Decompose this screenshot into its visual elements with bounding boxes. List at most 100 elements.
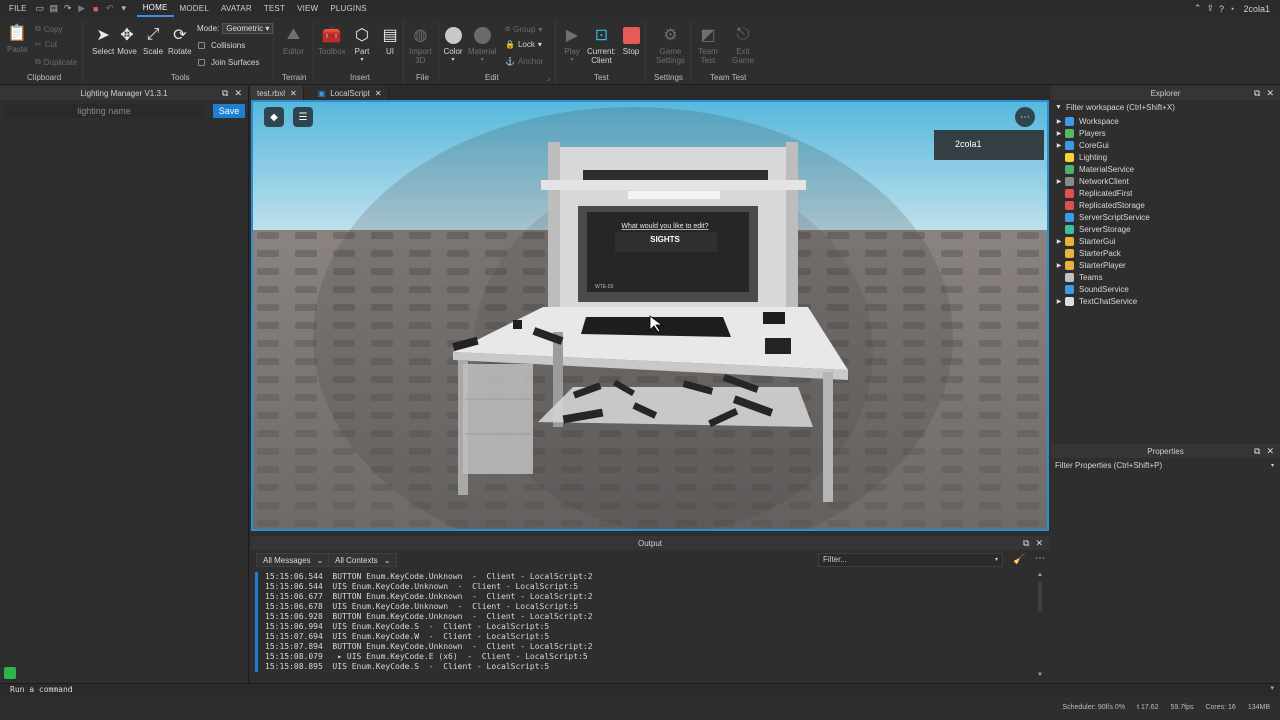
explorer-item-starterpack[interactable]: StarterPack: [1053, 247, 1280, 259]
redo-icon[interactable]: ↷: [61, 0, 75, 17]
mode-dropdown[interactable]: Geometric ▾: [222, 23, 274, 34]
command-input[interactable]: Run a command: [10, 685, 73, 694]
collisions-toggle[interactable]: Collisions: [198, 41, 245, 50]
file-menu[interactable]: FILE: [0, 0, 33, 17]
share-icon[interactable]: ⇪: [1206, 3, 1214, 14]
paste-button[interactable]: 📋 Paste: [7, 23, 27, 54]
scrollbar-thumb[interactable]: [1038, 582, 1042, 612]
undock-icon[interactable]: ⧉: [222, 88, 228, 99]
move-button[interactable]: ✥ Move: [117, 25, 137, 56]
explorer-item-lighting[interactable]: Lighting: [1053, 151, 1280, 163]
game-settings-button[interactable]: ⚙ Game Settings: [656, 25, 685, 65]
notifications-icon[interactable]: ◔: [1229, 4, 1234, 14]
chat-button[interactable]: ☰: [293, 107, 313, 127]
collapse-ribbon-icon[interactable]: ⌃: [1194, 3, 1202, 14]
toolbox-button[interactable]: 🧰 Toolbox: [318, 25, 346, 56]
expand-edit-icon[interactable]: ⌟: [547, 75, 550, 82]
username[interactable]: 2cola1: [1243, 4, 1270, 14]
game-viewport[interactable]: What would you like to edit? SIGHTS WTE-…: [251, 100, 1049, 531]
terrain-editor-button[interactable]: ⛰ Editor: [283, 25, 304, 56]
duplicate-button[interactable]: ⧉ Duplicate: [35, 57, 77, 67]
play-button[interactable]: ▶ Play ▾: [562, 25, 582, 63]
explorer-item-players[interactable]: ▶ Players: [1053, 127, 1280, 139]
close-icon[interactable]: ✕: [1035, 538, 1043, 549]
more-options-button[interactable]: ⋯: [1015, 107, 1035, 127]
roblox-menu-button[interactable]: ◆: [264, 107, 284, 127]
help-icon[interactable]: ?: [1219, 4, 1224, 14]
explorer-item-soundservice[interactable]: SoundService: [1053, 283, 1280, 295]
close-icon[interactable]: ✕: [1266, 446, 1274, 457]
save-icon[interactable]: ▤: [47, 0, 61, 17]
expand-arrow-icon[interactable]: ▶: [1053, 178, 1065, 185]
save-button[interactable]: Save: [213, 104, 245, 118]
close-icon[interactable]: ✕: [375, 89, 382, 98]
explorer-item-workspace[interactable]: ▶ Workspace: [1053, 115, 1280, 127]
log-line-group[interactable]: 15:15:08.079 ▸ UIS Enum.KeyCode.E (x6) -…: [265, 652, 1039, 662]
explorer-item-teams[interactable]: Teams: [1053, 271, 1280, 283]
explorer-item-textchatservice[interactable]: ▶ TextChatService: [1053, 295, 1280, 307]
close-icon[interactable]: ✕: [290, 89, 297, 98]
select-button[interactable]: ➤ Select: [92, 25, 114, 56]
expand-arrow-icon[interactable]: ▶: [1053, 238, 1065, 245]
explorer-item-replicatedstorage[interactable]: ReplicatedStorage: [1053, 199, 1280, 211]
current-client-button[interactable]: ⊡ Current: Client: [587, 25, 616, 65]
explorer-item-startergui[interactable]: ▶ StarterGui: [1053, 235, 1280, 247]
screen-option-sights[interactable]: SIGHTS: [650, 235, 680, 244]
material-button[interactable]: Material ▾: [468, 25, 496, 63]
import-3d-button[interactable]: ◍ Import 3D: [409, 25, 432, 65]
explorer-item-networkclient[interactable]: ▶ NetworkClient: [1053, 175, 1280, 187]
part-button[interactable]: ⬡ Part ▾: [352, 25, 372, 63]
exit-game-button[interactable]: ⎋ Exit Game: [732, 25, 754, 65]
close-icon[interactable]: ✕: [234, 88, 242, 99]
expand-arrow-icon[interactable]: ▶: [1053, 142, 1065, 149]
explorer-item-starterplayer[interactable]: ▶ StarterPlayer: [1053, 259, 1280, 271]
explorer-item-materialservice[interactable]: MaterialService: [1053, 163, 1280, 175]
collisions-checkbox[interactable]: [198, 42, 205, 49]
expand-arrow-icon[interactable]: ▶: [1053, 298, 1065, 305]
tab-plugins[interactable]: PLUGINS: [324, 0, 373, 17]
expand-arrow-icon[interactable]: ▶: [1053, 118, 1065, 125]
tab-test[interactable]: TEST: [258, 0, 291, 17]
tab-model[interactable]: MODEL: [174, 0, 215, 17]
tab-view[interactable]: VIEW: [291, 0, 324, 17]
messages-filter-dropdown[interactable]: All Messages ⌄: [256, 553, 331, 567]
stop-button[interactable]: Stop: [621, 25, 641, 56]
quick-access-dropdown-icon[interactable]: ▾: [117, 0, 131, 17]
ui-button[interactable]: ▤ UI: [380, 25, 400, 56]
more-options-icon[interactable]: ⋯: [1035, 553, 1045, 564]
explorer-item-serverscriptservice[interactable]: ServerScriptService: [1053, 211, 1280, 223]
join-surfaces-toggle[interactable]: Join Surfaces: [198, 58, 259, 67]
undock-icon[interactable]: ⧉: [1023, 538, 1029, 549]
team-test-button[interactable]: ◩ Team Test: [698, 25, 718, 65]
cut-button[interactable]: ✂ Cut: [35, 40, 57, 49]
command-history-icon[interactable]: ▾: [1270, 684, 1274, 692]
explorer-item-coregui[interactable]: ▶ CoreGui: [1053, 139, 1280, 151]
mode-selector[interactable]: Mode: Geometric ▾: [197, 23, 274, 34]
output-filter-input[interactable]: Filter... ▾: [818, 553, 1003, 567]
contexts-filter-dropdown[interactable]: All Contexts ⌄: [328, 553, 398, 567]
close-icon[interactable]: ✕: [1266, 88, 1274, 99]
undock-icon[interactable]: ⧉: [1254, 446, 1260, 457]
tab-localscript[interactable]: ▣ LocalScript ✕: [303, 86, 389, 100]
undock-icon[interactable]: ⧉: [1254, 88, 1260, 99]
expand-arrow-icon[interactable]: ▶: [1053, 262, 1065, 269]
anchor-button[interactable]: ⚓ Anchor: [505, 57, 543, 66]
scroll-down-icon[interactable]: ▼: [1037, 672, 1043, 678]
group-button[interactable]: ⧈ Group ▾: [505, 24, 542, 34]
rotate-button[interactable]: ⟳ Rotate: [168, 25, 192, 56]
join-surfaces-checkbox[interactable]: [198, 59, 205, 66]
new-file-icon[interactable]: ▭: [33, 0, 47, 17]
tab-avatar[interactable]: AVATAR: [215, 0, 258, 17]
explorer-item-replicatedfirst[interactable]: ReplicatedFirst: [1053, 187, 1280, 199]
play-icon[interactable]: ▶: [75, 0, 89, 17]
clear-output-icon[interactable]: 🧹: [1013, 554, 1025, 565]
tab-home[interactable]: HOME: [136, 0, 174, 17]
explorer-filter-input[interactable]: ▼ Filter workspace (Ctrl+Shift+X): [1051, 101, 1280, 113]
output-scrollbar[interactable]: ▲ ▼: [1037, 572, 1043, 682]
scroll-up-icon[interactable]: ▲: [1037, 572, 1043, 578]
expand-arrow-icon[interactable]: ▶: [1053, 130, 1065, 137]
lighting-name-input[interactable]: lighting name: [4, 104, 204, 118]
undo-icon[interactable]: ↶: [103, 0, 117, 17]
command-bar[interactable]: Run a command ▾: [0, 683, 1280, 697]
script-sync-icon[interactable]: [4, 667, 16, 679]
